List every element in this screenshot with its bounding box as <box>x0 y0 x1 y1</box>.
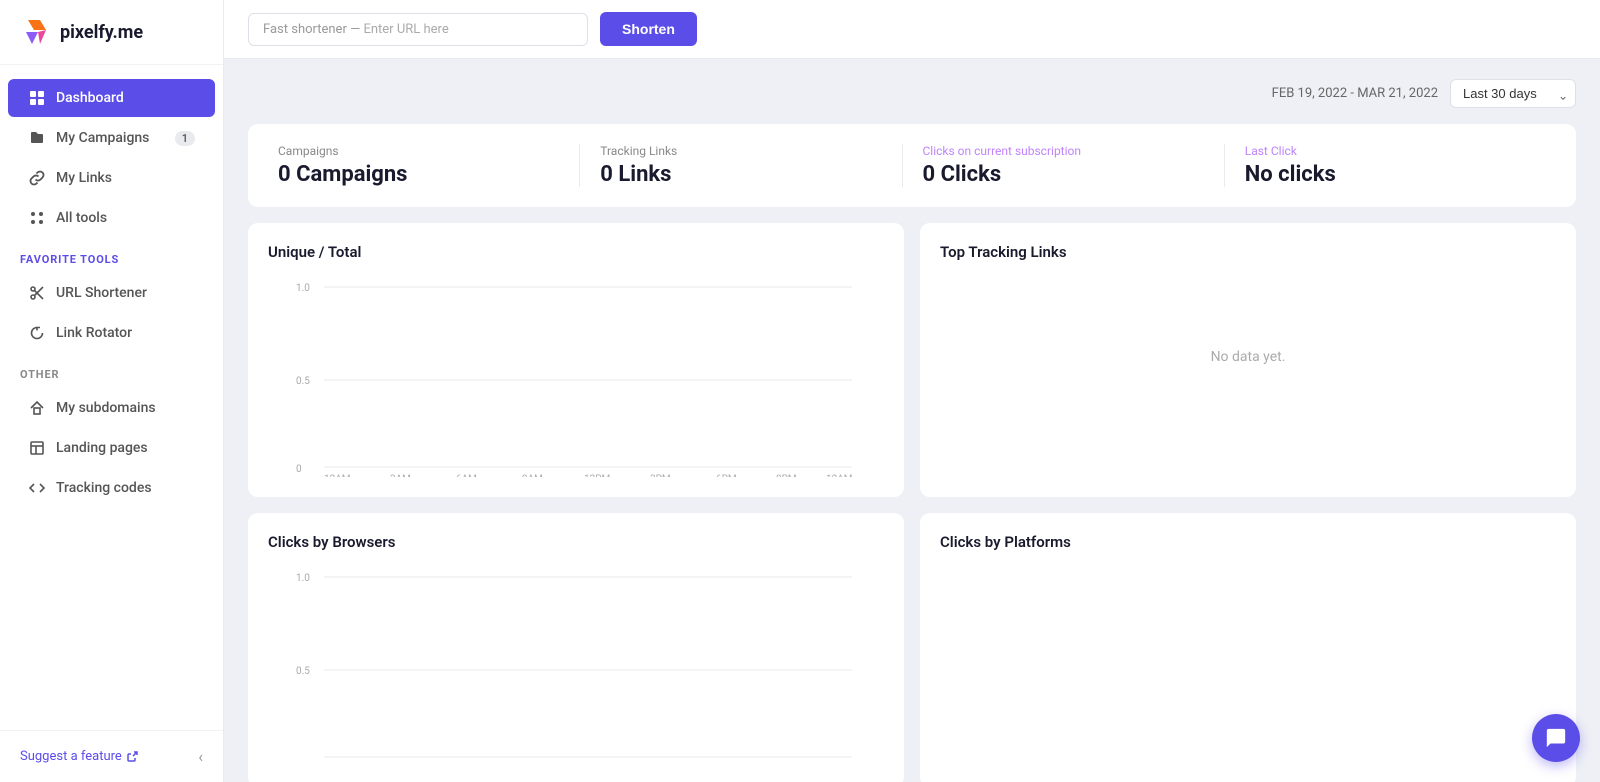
code-icon <box>28 479 46 497</box>
chart-browsers: Clicks by Browsers 1.0 0.5 <box>248 513 904 782</box>
x-label-6: 6PM <box>716 474 737 477</box>
sidebar-item-label: URL Shortener <box>56 285 147 301</box>
stat-campaigns: Campaigns 0 Campaigns <box>278 144 580 187</box>
chart-browsers-svg: 1.0 0.5 <box>268 567 884 767</box>
y-label-mid: 0.5 <box>296 666 310 677</box>
period-select[interactable]: Last 30 days Last 7 days Last 90 days Cu… <box>1450 79 1576 108</box>
sidebar-item-subdomains[interactable]: My subdomains <box>8 389 215 427</box>
chart-unique-total-svg: 1.0 0.5 0 12AM 3AM 6AM 9AM 12PM 3PM <box>268 277 884 477</box>
chart-unique-total-area: 1.0 0.5 0 12AM 3AM 6AM 9AM 12PM 3PM <box>268 277 884 477</box>
sidebar-item-label: Link Rotator <box>56 325 132 341</box>
sidebar-item-label: My Links <box>56 170 112 186</box>
stats-row: Campaigns 0 Campaigns Tracking Links 0 L… <box>248 124 1576 207</box>
sidebar-item-label: Dashboard <box>56 90 124 106</box>
sidebar-item-all-tools[interactable]: All tools <box>8 199 215 237</box>
logo: pixelfy.me <box>0 0 223 65</box>
favorite-tools-label: FAVORITE TOOLS <box>0 239 223 272</box>
chart-unique-total: Unique / Total 1.0 0.5 0 12AM 3AM <box>248 223 904 497</box>
main-content: Fast shortener — Enter URL here Shorten … <box>224 0 1600 782</box>
stat-links-label: Tracking Links <box>600 144 881 158</box>
sidebar-item-label: My Campaigns <box>56 130 149 146</box>
sidebar-item-landing-pages[interactable]: Landing pages <box>8 429 215 467</box>
chat-icon <box>1545 727 1567 749</box>
date-range-row: FEB 19, 2022 - MAR 21, 2022 Last 30 days… <box>248 79 1576 108</box>
dashboard-area: FEB 19, 2022 - MAR 21, 2022 Last 30 days… <box>224 59 1600 782</box>
sidebar-item-links[interactable]: My Links <box>8 159 215 197</box>
stat-last-click-label: Last Click <box>1245 144 1526 158</box>
link-icon <box>28 169 46 187</box>
y-label-bottom: 0 <box>296 464 302 475</box>
sidebar-item-dashboard[interactable]: Dashboard <box>8 79 215 117</box>
stat-campaigns-value: 0 Campaigns <box>278 162 559 187</box>
sidebar-item-label: All tools <box>56 210 107 226</box>
period-select-wrapper[interactable]: Last 30 days Last 7 days Last 90 days Cu… <box>1450 79 1576 108</box>
layout-icon <box>28 439 46 457</box>
stat-links-value: 0 Links <box>600 162 881 187</box>
chart-unique-total-title: Unique / Total <box>268 243 884 261</box>
sidebar-item-label: Landing pages <box>56 440 148 456</box>
chart-platforms-title: Clicks by Platforms <box>940 533 1556 551</box>
x-label-3: 9AM <box>522 474 543 477</box>
x-label-2: 6AM <box>456 474 477 477</box>
chart-top-links-no-data: No data yet. <box>940 277 1556 437</box>
sidebar-item-campaigns[interactable]: My Campaigns 1 <box>8 119 215 157</box>
shorten-button[interactable]: Shorten <box>600 12 697 46</box>
suggest-feature-link[interactable]: Suggest a feature <box>20 749 138 764</box>
y-label-top: 1.0 <box>296 283 310 294</box>
url-input-wrapper[interactable]: Fast shortener — Enter URL here <box>248 13 588 46</box>
x-label-7: 9PM <box>776 474 797 477</box>
chart-top-links-title: Top Tracking Links <box>940 243 1556 261</box>
sidebar-bottom: Suggest a feature ‹ <box>0 730 223 782</box>
scissors-icon <box>28 284 46 302</box>
chart-browsers-area: 1.0 0.5 <box>268 567 884 767</box>
grid-icon <box>28 89 46 107</box>
stat-links: Tracking Links 0 Links <box>580 144 902 187</box>
y-label-mid: 0.5 <box>296 376 310 387</box>
stat-clicks-label: Clicks on current subscription <box>923 144 1204 158</box>
rotate-icon <box>28 324 46 342</box>
x-label-5: 3PM <box>650 474 671 477</box>
x-label-4: 12PM <box>584 474 610 477</box>
x-label-0: 12AM <box>324 474 351 477</box>
sidebar-item-tracking-codes[interactable]: Tracking codes <box>8 469 215 507</box>
apps-icon <box>28 209 46 227</box>
sidebar-item-label: Tracking codes <box>56 480 152 496</box>
chart-browsers-title: Clicks by Browsers <box>268 533 884 551</box>
url-input-placeholder: Enter URL here <box>363 22 448 37</box>
charts-grid: Unique / Total 1.0 0.5 0 12AM 3AM <box>248 223 1576 782</box>
logo-icon <box>20 16 52 48</box>
url-input-label: Fast shortener — Enter URL here <box>263 22 449 37</box>
home-icon <box>28 399 46 417</box>
folder-icon <box>28 129 46 147</box>
y-label-top: 1.0 <box>296 573 310 584</box>
sidebar-item-link-rotator[interactable]: Link Rotator <box>8 314 215 352</box>
stat-last-click-value: No clicks <box>1245 162 1526 187</box>
stat-clicks: Clicks on current subscription 0 Clicks <box>903 144 1225 187</box>
chart-top-links: Top Tracking Links No data yet. <box>920 223 1576 497</box>
sidebar: pixelfy.me Dashboard My Campaigns 1 <box>0 0 224 782</box>
sidebar-item-url-shortener[interactable]: URL Shortener <box>8 274 215 312</box>
suggest-label: Suggest a feature <box>20 749 122 764</box>
other-label: OTHER <box>0 354 223 387</box>
campaigns-badge: 1 <box>175 131 195 146</box>
x-label-1: 3AM <box>390 474 411 477</box>
chat-bubble-button[interactable] <box>1532 714 1580 762</box>
stat-last-click: Last Click No clicks <box>1225 144 1546 187</box>
topbar: Fast shortener — Enter URL here Shorten <box>224 0 1600 59</box>
external-link-icon <box>126 751 138 763</box>
x-label-8: 12AM <box>826 474 853 477</box>
stat-clicks-value: 0 Clicks <box>923 162 1204 187</box>
sidebar-nav: Dashboard My Campaigns 1 My Links <box>0 65 223 730</box>
stat-campaigns-label: Campaigns <box>278 144 559 158</box>
logo-text: pixelfy.me <box>60 22 143 43</box>
chart-platforms: Clicks by Platforms <box>920 513 1576 782</box>
sidebar-item-label: My subdomains <box>56 400 156 416</box>
date-range-text: FEB 19, 2022 - MAR 21, 2022 <box>1272 86 1438 101</box>
sidebar-collapse-button[interactable]: ‹ <box>198 747 203 766</box>
